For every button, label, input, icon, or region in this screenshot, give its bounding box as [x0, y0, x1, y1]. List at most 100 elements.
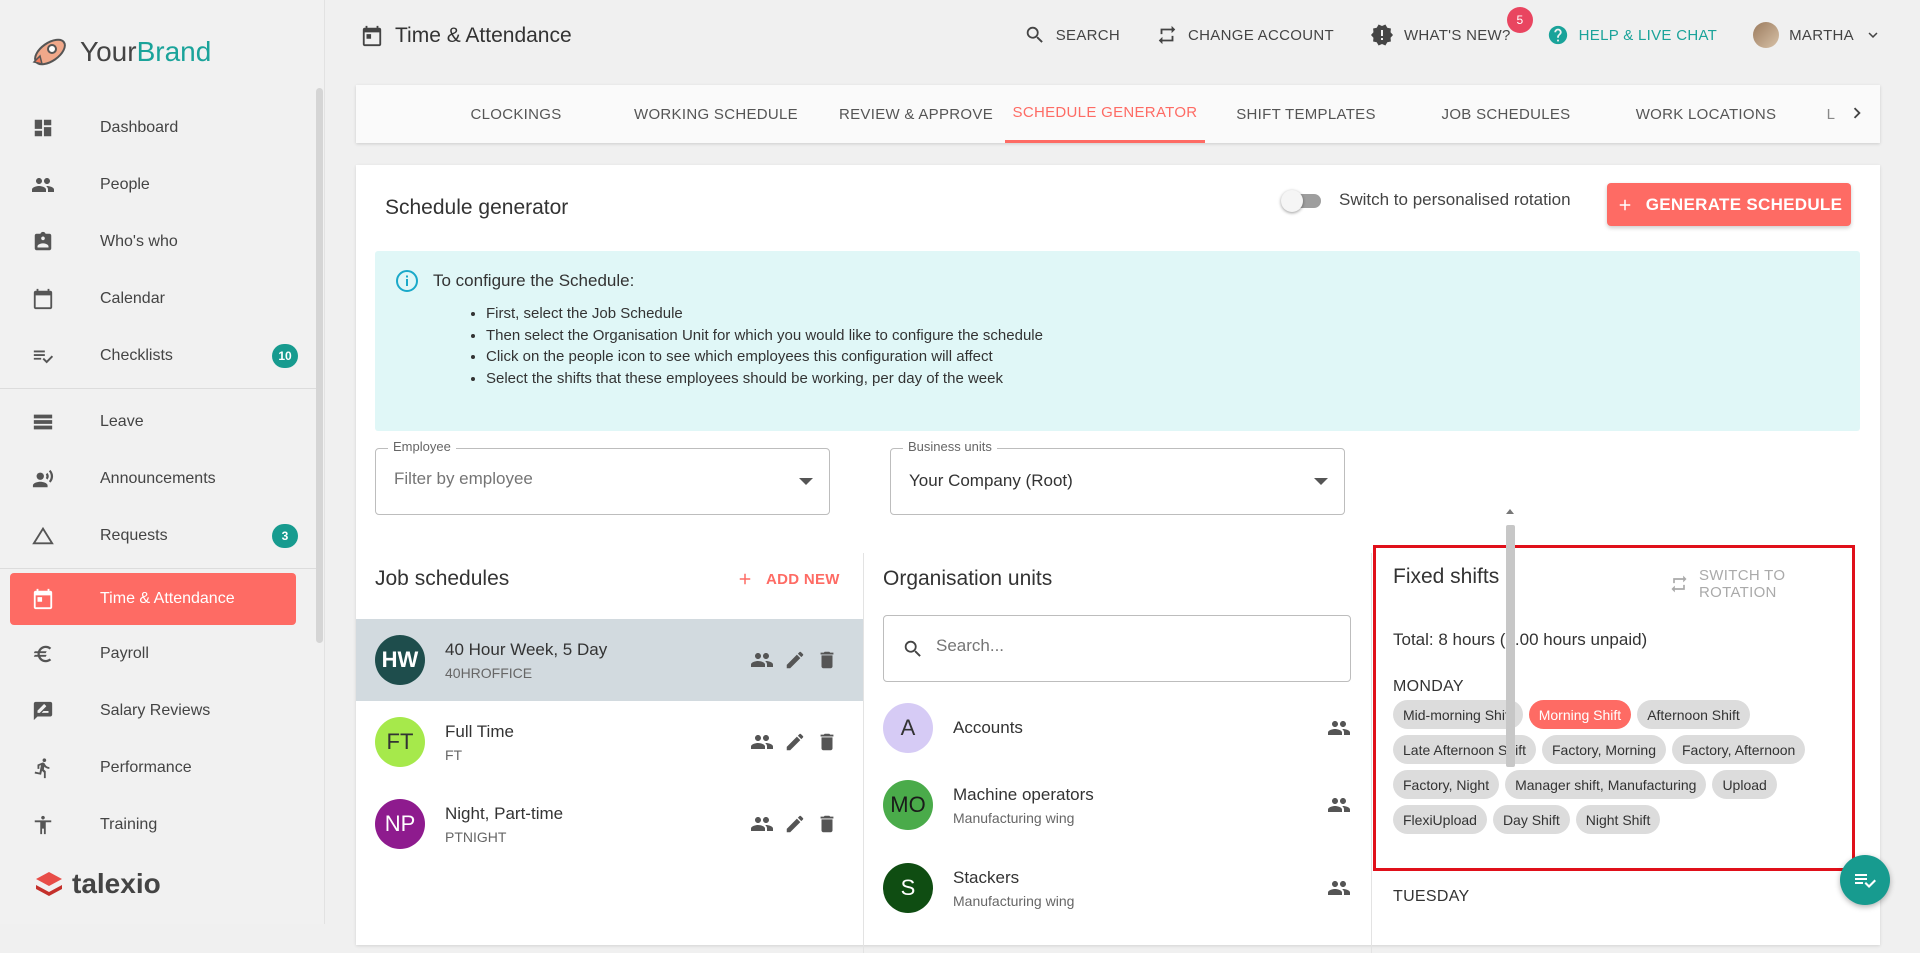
sidebar-scrollbar[interactable]	[316, 88, 323, 643]
divider	[863, 553, 864, 953]
toggle-label: Switch to personalised rotation	[1339, 190, 1571, 209]
monday-shifts: Mid-morning Shift Morning Shift Afternoo…	[1393, 700, 1833, 834]
plus-icon	[736, 570, 754, 588]
change-account-button[interactable]: CHANGE ACCOUNT	[1156, 24, 1334, 46]
tab-job-schedules[interactable]: JOB SCHEDULES	[1406, 85, 1606, 143]
generate-schedule-button[interactable]: GENERATE SCHEDULE	[1607, 183, 1851, 226]
tab-work-locations[interactable]: WORK LOCATIONS	[1606, 85, 1806, 143]
shift-chip[interactable]: Factory, Afternoon	[1671, 735, 1806, 764]
sidebar-item-requests[interactable]: Requests 3	[0, 507, 316, 564]
fixed-shifts-scrollbar[interactable]	[1503, 505, 1517, 767]
user-menu[interactable]: MARTHA	[1753, 22, 1882, 48]
business-units-value: Your Company (Root)	[909, 471, 1073, 490]
tab-review-approve[interactable]: REVIEW & APPROVE	[816, 85, 1016, 143]
brand-logo[interactable]: YourBrand	[28, 32, 211, 72]
sidebar-item-performance[interactable]: Performance	[0, 739, 316, 796]
brand-name-part2: Brand	[136, 36, 212, 67]
sidebar-item-dashboard[interactable]: Dashboard	[0, 99, 316, 156]
toggle-switch[interactable]	[1281, 189, 1323, 212]
sidebar-item-time-attendance[interactable]: Time & Attendance	[10, 573, 296, 625]
sidebar-item-checklists[interactable]: Checklists 10	[0, 327, 316, 384]
job-name: Full Time	[445, 721, 514, 741]
personalised-rotation-toggle[interactable]: Switch to personalised rotation	[1281, 189, 1571, 212]
business-units-select[interactable]: Business units Your Company (Root)	[890, 439, 1345, 515]
checklist-icon	[1853, 868, 1877, 892]
scroll-up-icon[interactable]	[1503, 505, 1517, 517]
whats-new-button[interactable]: WHAT'S NEW? 5	[1370, 7, 1533, 47]
sidebar-item-whos-who[interactable]: Who's who	[0, 213, 316, 270]
info-steps: First, select the Job Schedule Then sele…	[486, 303, 1860, 389]
checklist-icon	[30, 343, 56, 369]
employee-filter-label: Employee	[388, 439, 456, 454]
sidebar-item-label: Calendar	[100, 289, 165, 307]
sidebar-item-people[interactable]: People	[0, 156, 316, 213]
list-item[interactable]: A Accounts	[883, 693, 1351, 763]
chevron-down-icon	[1864, 26, 1882, 44]
shift-chip[interactable]: FlexiUpload	[1393, 805, 1487, 834]
change-account-label: CHANGE ACCOUNT	[1188, 26, 1334, 44]
chevron-right-icon[interactable]	[1846, 102, 1868, 124]
sidebar-item-label: Checklists	[100, 346, 173, 364]
leave-icon	[30, 409, 56, 435]
list-item[interactable]: FT Full Time FT	[356, 701, 864, 783]
sidebar-item-leave[interactable]: Leave	[0, 393, 316, 450]
tab-schedule-generator[interactable]: SCHEDULE GENERATOR	[1005, 85, 1205, 143]
tab-shift-templates[interactable]: SHIFT TEMPLATES	[1206, 85, 1406, 143]
shift-chip[interactable]: Upload	[1712, 770, 1777, 799]
help-live-chat-button[interactable]: HELP & LIVE CHAT	[1547, 24, 1717, 46]
sidebar-item-salary-reviews[interactable]: Salary Reviews	[0, 682, 316, 739]
organisation-units-title: Organisation units	[883, 567, 1053, 590]
shift-chip[interactable]: Night Shift	[1575, 805, 1661, 834]
list-item[interactable]: S Stackers Manufacturing wing	[883, 853, 1351, 923]
business-units-label: Business units	[903, 439, 997, 454]
triangle-icon	[30, 523, 56, 549]
top-actions: SEARCH CHANGE ACCOUNT WHAT'S NEW? 5 HELP…	[1024, 7, 1882, 48]
employee-filter[interactable]: Employee	[375, 439, 830, 515]
sidebar-item-calendar[interactable]: Calendar	[0, 270, 316, 327]
shift-chip[interactable]: Manager shift, Manufacturing	[1505, 770, 1707, 799]
shift-chip-selected[interactable]: Morning Shift	[1528, 700, 1632, 729]
sidebar-item-announcements[interactable]: Announcements	[0, 450, 316, 507]
delete-icon[interactable]	[816, 649, 838, 671]
edit-icon[interactable]	[784, 813, 806, 835]
list-item[interactable]: HW 40 Hour Week, 5 Day 40HROFFICE	[356, 619, 864, 701]
edit-icon[interactable]	[784, 649, 806, 671]
employee-filter-input[interactable]	[394, 469, 774, 489]
checklist-fab-button[interactable]	[1840, 855, 1890, 905]
tab-clockings[interactable]: CLOCKINGS	[416, 85, 616, 143]
delete-icon[interactable]	[816, 813, 838, 835]
people-icon[interactable]	[750, 730, 774, 754]
sidebar-item-training[interactable]: Training	[0, 796, 316, 853]
sidebar-item-label: Time & Attendance	[100, 590, 235, 607]
list-item[interactable]: NP Night, Part-time PTNIGHT	[356, 783, 864, 865]
org-units-search-input[interactable]	[936, 636, 1316, 656]
people-icon[interactable]	[1327, 876, 1351, 900]
sidebar-item-payroll[interactable]: Payroll	[0, 625, 316, 682]
tab-overflow[interactable]: L	[1821, 85, 1841, 143]
sidebar-item-label: Training	[100, 815, 158, 833]
shift-chip[interactable]: Factory, Night	[1393, 770, 1500, 799]
scrollbar-thumb[interactable]	[1506, 525, 1515, 767]
people-icon[interactable]	[750, 648, 774, 672]
shift-chip[interactable]: Factory, Morning	[1541, 735, 1666, 764]
shift-chip[interactable]: Day Shift	[1492, 805, 1570, 834]
dropdown-arrow-icon[interactable]	[1314, 478, 1328, 486]
tab-working-schedule[interactable]: WORKING SCHEDULE	[616, 85, 816, 143]
search-button[interactable]: SEARCH	[1024, 24, 1120, 46]
people-icon[interactable]	[1327, 716, 1351, 740]
run-icon	[30, 755, 56, 781]
info-step: Select the shifts that these employees s…	[486, 368, 1860, 390]
switch-to-rotation-label: SWITCH TO ROTATION	[1699, 567, 1786, 601]
avatar: MO	[883, 780, 933, 830]
shift-chip[interactable]: Afternoon Shift	[1637, 700, 1750, 729]
org-units-search[interactable]	[883, 615, 1351, 682]
add-new-button[interactable]: ADD NEW	[736, 570, 840, 588]
edit-icon[interactable]	[784, 731, 806, 753]
delete-icon[interactable]	[816, 731, 838, 753]
switch-to-rotation-button[interactable]: SWITCH TO ROTATION	[1669, 567, 1863, 601]
dropdown-arrow-icon[interactable]	[799, 478, 813, 486]
org-unit-name: Stackers	[953, 867, 1020, 887]
list-item[interactable]: MO Machine operators Manufacturing wing	[883, 770, 1351, 840]
people-icon[interactable]	[750, 812, 774, 836]
people-icon[interactable]	[1327, 793, 1351, 817]
